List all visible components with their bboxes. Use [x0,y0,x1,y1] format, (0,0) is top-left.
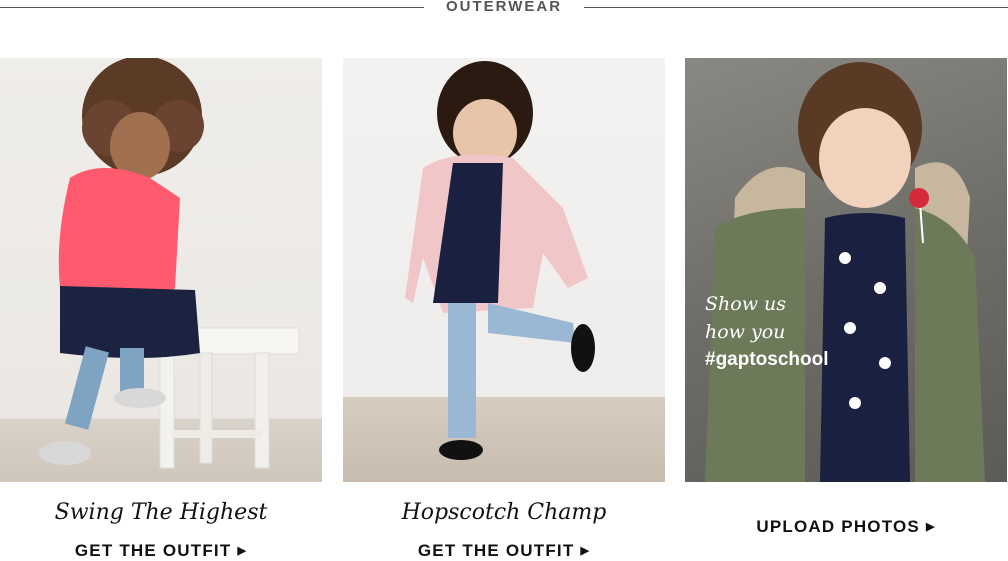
ugc-photo[interactable]: Show us how you #gaptoschool [685,58,1007,482]
outfit-photo-1-illustration [39,58,300,469]
cta-label: UPLOAD PHOTOS [756,517,920,536]
ugc-overlay-text: Show us how you #gaptoschool [705,290,829,374]
get-the-outfit-link-2[interactable]: GET THE OUTFIT ▶ [343,541,665,561]
upload-photos-link[interactable]: UPLOAD PHOTOS ▶ [685,517,1007,537]
overlay-line-1: Show us [705,293,786,315]
header-rule-right [584,7,1008,8]
caption-hopscotch-champ: Hopscotch Champ [401,500,607,525]
caption-swing-the-highest: Swing The Highest [54,500,268,525]
ugc-photo-illustration [705,62,985,482]
overlay-line-2: how you [705,321,786,343]
outfit-photo-1[interactable] [0,58,322,482]
outfit-photo-2-illustration [405,61,595,460]
section-title: OUTERWEAR [445,0,563,15]
get-the-outfit-link-1[interactable]: GET THE OUTFIT ▶ [0,541,322,561]
section-header: OUTERWEAR [0,0,1008,16]
cta-label: GET THE OUTFIT [417,541,575,560]
caret-right-icon: ▶ [237,545,248,557]
overlay-hashtag: #gaptoschool [705,349,829,370]
outfit-photo-2[interactable] [343,58,665,482]
cta-label: GET THE OUTFIT [74,541,232,560]
caret-right-icon: ▶ [925,521,936,533]
caret-right-icon: ▶ [580,545,591,557]
header-rule-left [0,7,424,8]
